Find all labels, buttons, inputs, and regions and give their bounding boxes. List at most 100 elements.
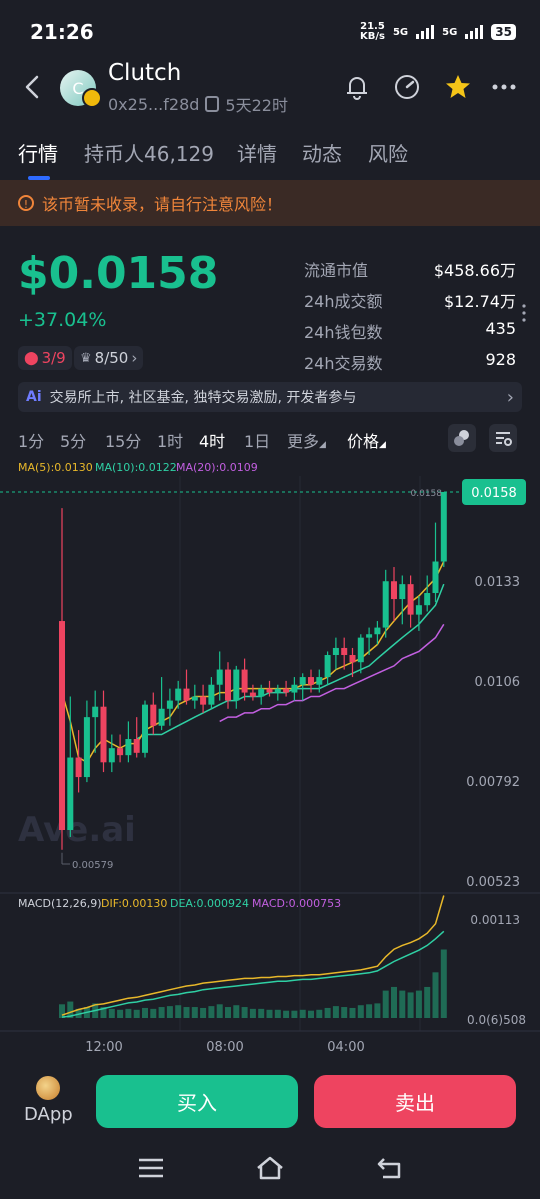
candle-body (291, 684, 298, 693)
macd-bar (117, 1009, 124, 1018)
indicator-toggle-icon[interactable] (448, 424, 476, 452)
back-arrow-icon[interactable] (18, 70, 48, 104)
candle-body (225, 669, 231, 701)
candle-body (158, 708, 165, 726)
macd-bar (183, 1007, 190, 1018)
tf-4h[interactable]: 4时 (199, 428, 225, 452)
ma10-legend: MA(10):0.0122 (95, 461, 177, 474)
macd-bar (332, 1006, 339, 1018)
candle-body (440, 492, 447, 562)
tab-risk[interactable]: 风险 (368, 138, 408, 167)
macd-bar (308, 1010, 314, 1018)
stat-label-mcap: 流通市值 (304, 261, 369, 280)
macd-bar (59, 1004, 65, 1018)
chevron-right-icon: › (506, 386, 514, 408)
macd-bar (324, 1007, 331, 1018)
tab-holders[interactable]: 持币人46,129 (84, 138, 214, 167)
crown-icon: ♛ (80, 350, 92, 366)
dapp-icon[interactable] (36, 1076, 60, 1100)
candle-body (233, 669, 240, 701)
macd-bar (382, 990, 389, 1018)
status-indicators: 21.5 KB/s 5G 5G 35 (360, 22, 516, 42)
candle-body (374, 627, 381, 635)
price-line-label: 0.0158 (411, 489, 443, 499)
candle-body (100, 706, 107, 763)
tf-15m[interactable]: 15分 (105, 428, 141, 452)
macd-bar (175, 1005, 182, 1018)
macd-bar (208, 1006, 215, 1018)
x-tick-label: 08:00 (206, 1040, 243, 1055)
y-tick-label: 0.0106 (475, 675, 521, 690)
more-icon[interactable] (490, 72, 520, 102)
tf-1m[interactable]: 1分 (18, 428, 44, 452)
home-nav-icon[interactable] (255, 1155, 285, 1181)
price-toggle[interactable]: 价格◢ (347, 428, 386, 452)
macd-bar (166, 1006, 173, 1018)
tab-details[interactable]: 详情 (237, 138, 277, 167)
macd-bar (125, 1008, 132, 1018)
current-price: $0.0158 (18, 248, 219, 299)
menu-nav-icon[interactable] (136, 1155, 166, 1181)
status-time: 21:26 (30, 20, 94, 44)
speed-gauge-icon[interactable] (392, 72, 422, 102)
macd-bar (291, 1010, 298, 1018)
y-tick-label: 0.0133 (475, 575, 521, 590)
candle-body (399, 584, 406, 600)
macd-bar (241, 1007, 248, 1018)
macd-bar (150, 1008, 157, 1018)
chain-badge-icon (82, 88, 102, 108)
candle-body (308, 677, 314, 685)
star-icon[interactable] (443, 72, 473, 102)
macd-bar (349, 1007, 356, 1018)
candle-body (299, 677, 306, 685)
rank-badge-value: 8/50 (94, 349, 129, 367)
ma5-legend: MA(5):0.0130 (18, 461, 93, 474)
macd-bar (374, 1003, 381, 1018)
dropdown-icon: ◢ (319, 440, 326, 450)
macd-bar (142, 1007, 148, 1018)
sell-button[interactable]: 卖出 (314, 1075, 516, 1128)
macd-dea-legend: DEA:0.000924 (170, 897, 249, 910)
copy-icon[interactable] (205, 96, 220, 112)
candle-body (424, 593, 431, 606)
tab-market[interactable]: 行情 (18, 138, 58, 167)
ai-icon: Ai (26, 389, 42, 405)
net-speed-unit: KB/s (359, 31, 385, 42)
macd-bar (415, 990, 422, 1018)
bell-icon[interactable] (342, 72, 372, 102)
stat-value-trades: 928 (485, 350, 516, 369)
buy-button[interactable]: 买入 (96, 1075, 298, 1128)
risk-badge[interactable]: ⬤ 3/9 (18, 346, 72, 370)
ai-summary-bar[interactable]: Ai 交易所上市, 社区基金, 独特交易激励, 开发者参与 › (18, 382, 522, 412)
candle-body (75, 757, 82, 778)
macd-bar (357, 1005, 364, 1018)
candle-body (324, 655, 331, 678)
tf-1d[interactable]: 1日 (244, 428, 270, 452)
candle-body (92, 706, 99, 718)
candle-body (117, 748, 124, 756)
ma20-legend: MA(20):0.0109 (176, 461, 258, 474)
dropdown-icon: ◢ (379, 440, 386, 450)
candle-body (391, 581, 397, 600)
tf-5m[interactable]: 5分 (60, 428, 86, 452)
tab-activity[interactable]: 动态 (302, 138, 342, 167)
rank-badge[interactable]: ♛ 8/50 › (74, 346, 144, 370)
price-chart[interactable]: Ave.ai 0.01580.01580.01330.01060.007920.… (0, 476, 540, 1056)
candle-body (283, 688, 290, 693)
stat-value-volume: $12.74万 (444, 292, 516, 311)
back-nav-icon[interactable] (375, 1155, 405, 1181)
chart-grid (0, 476, 540, 1032)
candle-body (142, 704, 148, 753)
chart-settings-icon[interactable] (489, 424, 517, 452)
candle-body (407, 584, 414, 615)
signal-icon (416, 25, 435, 39)
kebab-icon[interactable] (520, 303, 528, 323)
tf-1h[interactable]: 1时 (157, 428, 183, 452)
dapp-label[interactable]: DApp (24, 1104, 73, 1125)
tf-more[interactable]: 更多◢ (287, 428, 326, 452)
macd-bar (191, 1007, 198, 1018)
candle-body (67, 757, 74, 830)
macd-dif-legend: DIF:0.00130 (101, 897, 168, 910)
macd-bar (399, 990, 406, 1018)
candle-body (266, 688, 273, 693)
